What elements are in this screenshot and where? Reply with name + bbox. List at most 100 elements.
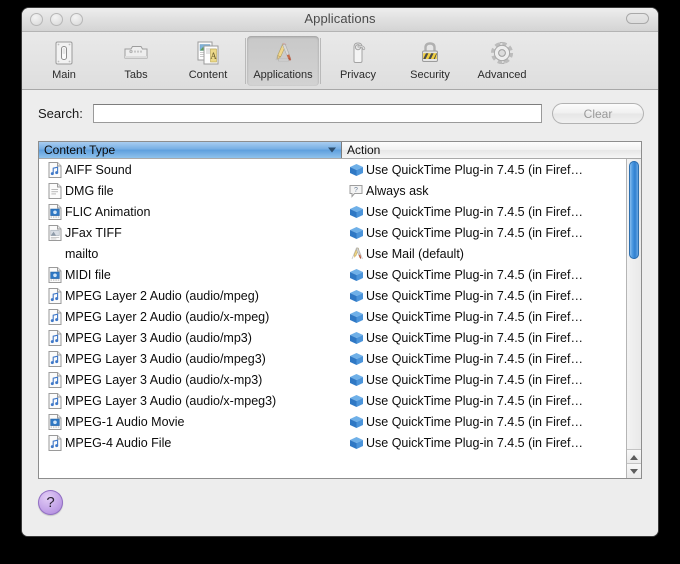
table-row[interactable]: MPEG-1 Audio Movie Use QuickTime Plug-in …: [39, 411, 626, 432]
search-input[interactable]: [92, 104, 542, 123]
list-scroll-area: AIFF Sound Use QuickTime Plug-in 7.4.5 (i…: [39, 159, 641, 478]
action-label: Use QuickTime Plug-in 7.4.5 (in Firef…: [366, 393, 583, 408]
cell-action[interactable]: Use QuickTime Plug-in 7.4.5 (in Firef…: [342, 372, 626, 388]
movie-file-icon: [45, 266, 65, 283]
audio-file-icon: [45, 287, 65, 304]
tab-applications[interactable]: Applications: [247, 36, 319, 86]
content-type-label: MPEG Layer 2 Audio (audio/x-mpeg): [65, 309, 270, 324]
cell-content-type: DMG file: [39, 182, 342, 199]
help-button[interactable]: ?: [38, 490, 63, 515]
cell-action[interactable]: Use QuickTime Plug-in 7.4.5 (in Firef…: [342, 330, 626, 346]
tab-tabs[interactable]: Tabs: [100, 36, 172, 86]
tab-applications-label: Applications: [253, 69, 313, 81]
table-row[interactable]: MPEG Layer 3 Audio (audio/x-mpeg3) Use Qu…: [39, 390, 626, 411]
tab-advanced-label: Advanced: [477, 69, 527, 81]
cell-action[interactable]: Use QuickTime Plug-in 7.4.5 (in Firef…: [342, 225, 626, 241]
content-type-label: MPEG Layer 2 Audio (audio/mpeg): [65, 288, 259, 303]
sort-descending-icon: [328, 147, 336, 153]
plugin-icon: [346, 288, 366, 304]
scroll-down-arrow[interactable]: [627, 463, 641, 478]
cell-action[interactable]: Use QuickTime Plug-in 7.4.5 (in Firef…: [342, 435, 626, 451]
tab-content[interactable]: A Content: [172, 36, 244, 86]
cell-action[interactable]: Use QuickTime Plug-in 7.4.5 (in Firef…: [342, 351, 626, 367]
content-type-label: mailto: [65, 246, 99, 261]
content-type-label: FLIC Animation: [65, 204, 151, 219]
plugin-icon: [346, 225, 366, 241]
no-icon: [45, 246, 65, 262]
gear-icon: [487, 39, 517, 67]
audio-file-icon: [45, 371, 65, 388]
cell-action[interactable]: Use QuickTime Plug-in 7.4.5 (in Firef…: [342, 393, 626, 409]
applications-art-icon: [268, 39, 298, 67]
toolbar-separator-right: [320, 38, 321, 84]
tab-main-label: Main: [52, 69, 76, 81]
content-documents-icon: A: [193, 39, 223, 67]
table-row[interactable]: MPEG Layer 2 Audio (audio/x-mpeg) Use Qui…: [39, 306, 626, 327]
preferences-window: Applications Main Tabs A Content Applica…: [22, 8, 658, 536]
tab-main[interactable]: Main: [28, 36, 100, 86]
tab-advanced[interactable]: Advanced: [466, 36, 538, 86]
scroll-up-arrow-icon: [630, 454, 638, 460]
list-rows: AIFF Sound Use QuickTime Plug-in 7.4.5 (i…: [39, 159, 626, 478]
action-label: Use QuickTime Plug-in 7.4.5 (in Firef…: [366, 372, 583, 387]
tab-security[interactable]: Security: [394, 36, 466, 86]
padlock-icon: [415, 39, 445, 67]
cell-action[interactable]: Use QuickTime Plug-in 7.4.5 (in Firef…: [342, 267, 626, 283]
toolbar-toggle-button[interactable]: [626, 13, 649, 24]
action-label: Use QuickTime Plug-in 7.4.5 (in Firef…: [366, 288, 583, 303]
column-header-content-type[interactable]: Content Type: [39, 142, 342, 158]
plugin-icon: [346, 351, 366, 367]
cell-content-type: MPEG-4 Audio File: [39, 434, 342, 451]
audio-file-icon: [45, 308, 65, 325]
cell-action[interactable]: Use QuickTime Plug-in 7.4.5 (in Firef…: [342, 414, 626, 430]
content-type-label: DMG file: [65, 183, 114, 198]
scrollbar-thumb[interactable]: [629, 161, 639, 259]
cell-content-type: MPEG Layer 3 Audio (audio/mpeg3): [39, 350, 342, 367]
table-row[interactable]: AIFF Sound Use QuickTime Plug-in 7.4.5 (i…: [39, 159, 626, 180]
always-ask-icon: ?: [346, 183, 366, 199]
action-label: Use QuickTime Plug-in 7.4.5 (in Firef…: [366, 414, 583, 429]
action-label: Use QuickTime Plug-in 7.4.5 (in Firef…: [366, 309, 583, 324]
tab-security-label: Security: [410, 69, 450, 81]
column-header-action-label: Action: [347, 143, 381, 157]
scroll-up-arrow[interactable]: [627, 449, 641, 464]
movie-file-icon: [45, 413, 65, 430]
cell-action[interactable]: ? Always ask: [342, 183, 626, 199]
table-row[interactable]: DMG file ? Always ask: [39, 180, 626, 201]
table-row[interactable]: MPEG Layer 2 Audio (audio/mpeg) Use Quick…: [39, 285, 626, 306]
cell-action[interactable]: Use QuickTime Plug-in 7.4.5 (in Firef…: [342, 288, 626, 304]
clear-button[interactable]: Clear: [552, 103, 644, 124]
window-titlebar: Applications: [22, 8, 658, 32]
table-row[interactable]: MPEG-4 Audio File Use QuickTime Plug-in 7…: [39, 432, 626, 453]
content-type-label: MPEG Layer 3 Audio (audio/x-mpeg3): [65, 393, 277, 408]
list-header: Content Type Action: [39, 142, 641, 159]
window-title: Applications: [304, 11, 376, 26]
table-row[interactable]: MPEG Layer 3 Audio (audio/x-mp3) Use Quic…: [39, 369, 626, 390]
content-type-label: AIFF Sound: [65, 162, 132, 177]
table-row[interactable]: JFax TIFF Use QuickTime Plug-in 7.4.5 (in…: [39, 222, 626, 243]
audio-file-icon: [45, 161, 65, 178]
cell-action[interactable]: Use QuickTime Plug-in 7.4.5 (in Firef…: [342, 309, 626, 325]
tab-privacy[interactable]: Privacy: [322, 36, 394, 86]
search-label: Search:: [38, 106, 83, 121]
table-row[interactable]: MPEG Layer 3 Audio (audio/mp3) Use QuickT…: [39, 327, 626, 348]
switch-icon: [49, 39, 79, 67]
list-scrollbar[interactable]: [626, 159, 641, 478]
cell-action[interactable]: Use QuickTime Plug-in 7.4.5 (in Firef…: [342, 204, 626, 220]
scrollbar-track[interactable]: [627, 159, 641, 450]
table-row[interactable]: FLIC Animation Use QuickTime Plug-in 7.4.…: [39, 201, 626, 222]
cell-action[interactable]: Use QuickTime Plug-in 7.4.5 (in Firef…: [342, 162, 626, 178]
column-header-action[interactable]: Action: [342, 142, 641, 158]
plugin-icon: [346, 162, 366, 178]
audio-file-icon: [45, 392, 65, 409]
cell-action[interactable]: Use Mail (default): [342, 246, 626, 262]
table-row[interactable]: MPEG Layer 3 Audio (audio/mpeg3) Use Quic…: [39, 348, 626, 369]
table-row[interactable]: mailto Use Mail (default): [39, 243, 626, 264]
table-row[interactable]: MIDI file Use QuickTime Plug-in 7.4.5 (in…: [39, 264, 626, 285]
action-label: Use QuickTime Plug-in 7.4.5 (in Firef…: [366, 330, 583, 345]
action-label: Use QuickTime Plug-in 7.4.5 (in Firef…: [366, 225, 583, 240]
tab-content-label: Content: [188, 69, 228, 81]
cell-content-type: FLIC Animation: [39, 203, 342, 220]
action-label: Use QuickTime Plug-in 7.4.5 (in Firef…: [366, 435, 583, 450]
action-label: Use QuickTime Plug-in 7.4.5 (in Firef…: [366, 351, 583, 366]
